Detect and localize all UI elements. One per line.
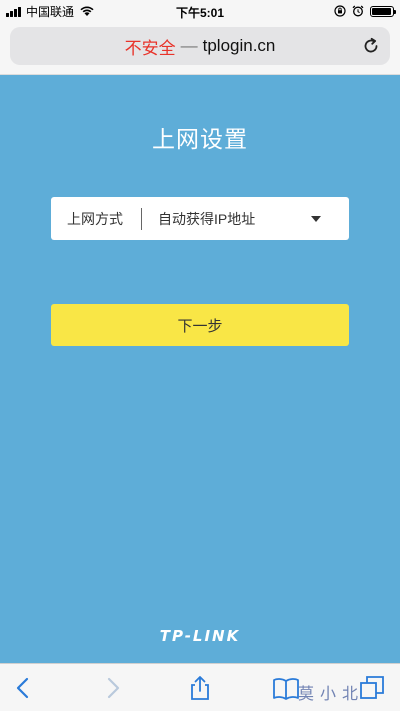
address-bar[interactable]: 不安全 — tplogin.cn — [10, 27, 390, 65]
bookmarks-icon[interactable] — [272, 674, 300, 702]
router-setup-page: 上网设置 上网方式 自动获得IP地址 下一步 TP-LINK — [0, 75, 400, 663]
reload-icon[interactable] — [362, 37, 380, 55]
status-right — [334, 3, 396, 19]
forward-icon[interactable] — [98, 674, 126, 702]
security-warning: 不安全 — [124, 38, 176, 58]
tp-link-logo: TP-LINK — [159, 627, 241, 645]
next-step-button[interactable]: 下一步 — [51, 304, 349, 346]
share-icon[interactable] — [186, 674, 214, 702]
status-bar: 中国联通 下午5:01 — [0, 0, 400, 22]
page-title: 上网设置 — [152, 126, 248, 152]
connection-type-label: 上网方式 — [67, 210, 123, 227]
watermark-text: 莫小北 — [297, 684, 364, 703]
address-separator: — — [180, 36, 198, 55]
url-domain: tplogin.cn — [202, 36, 276, 55]
browser-toolbar: 莫小北 — [0, 663, 400, 711]
connection-type-select[interactable]: 上网方式 自动获得IP地址 — [51, 197, 349, 240]
back-icon[interactable] — [10, 674, 38, 702]
battery-icon — [370, 5, 396, 17]
rotation-lock-icon — [334, 5, 346, 17]
alarm-icon — [352, 5, 364, 17]
battery-fill — [372, 7, 391, 15]
connection-type-value: 自动获得IP地址 — [158, 210, 256, 227]
browser-address-area: 不安全 — tplogin.cn — [0, 22, 400, 75]
dropdown-arrow-icon[interactable] — [311, 215, 321, 222]
